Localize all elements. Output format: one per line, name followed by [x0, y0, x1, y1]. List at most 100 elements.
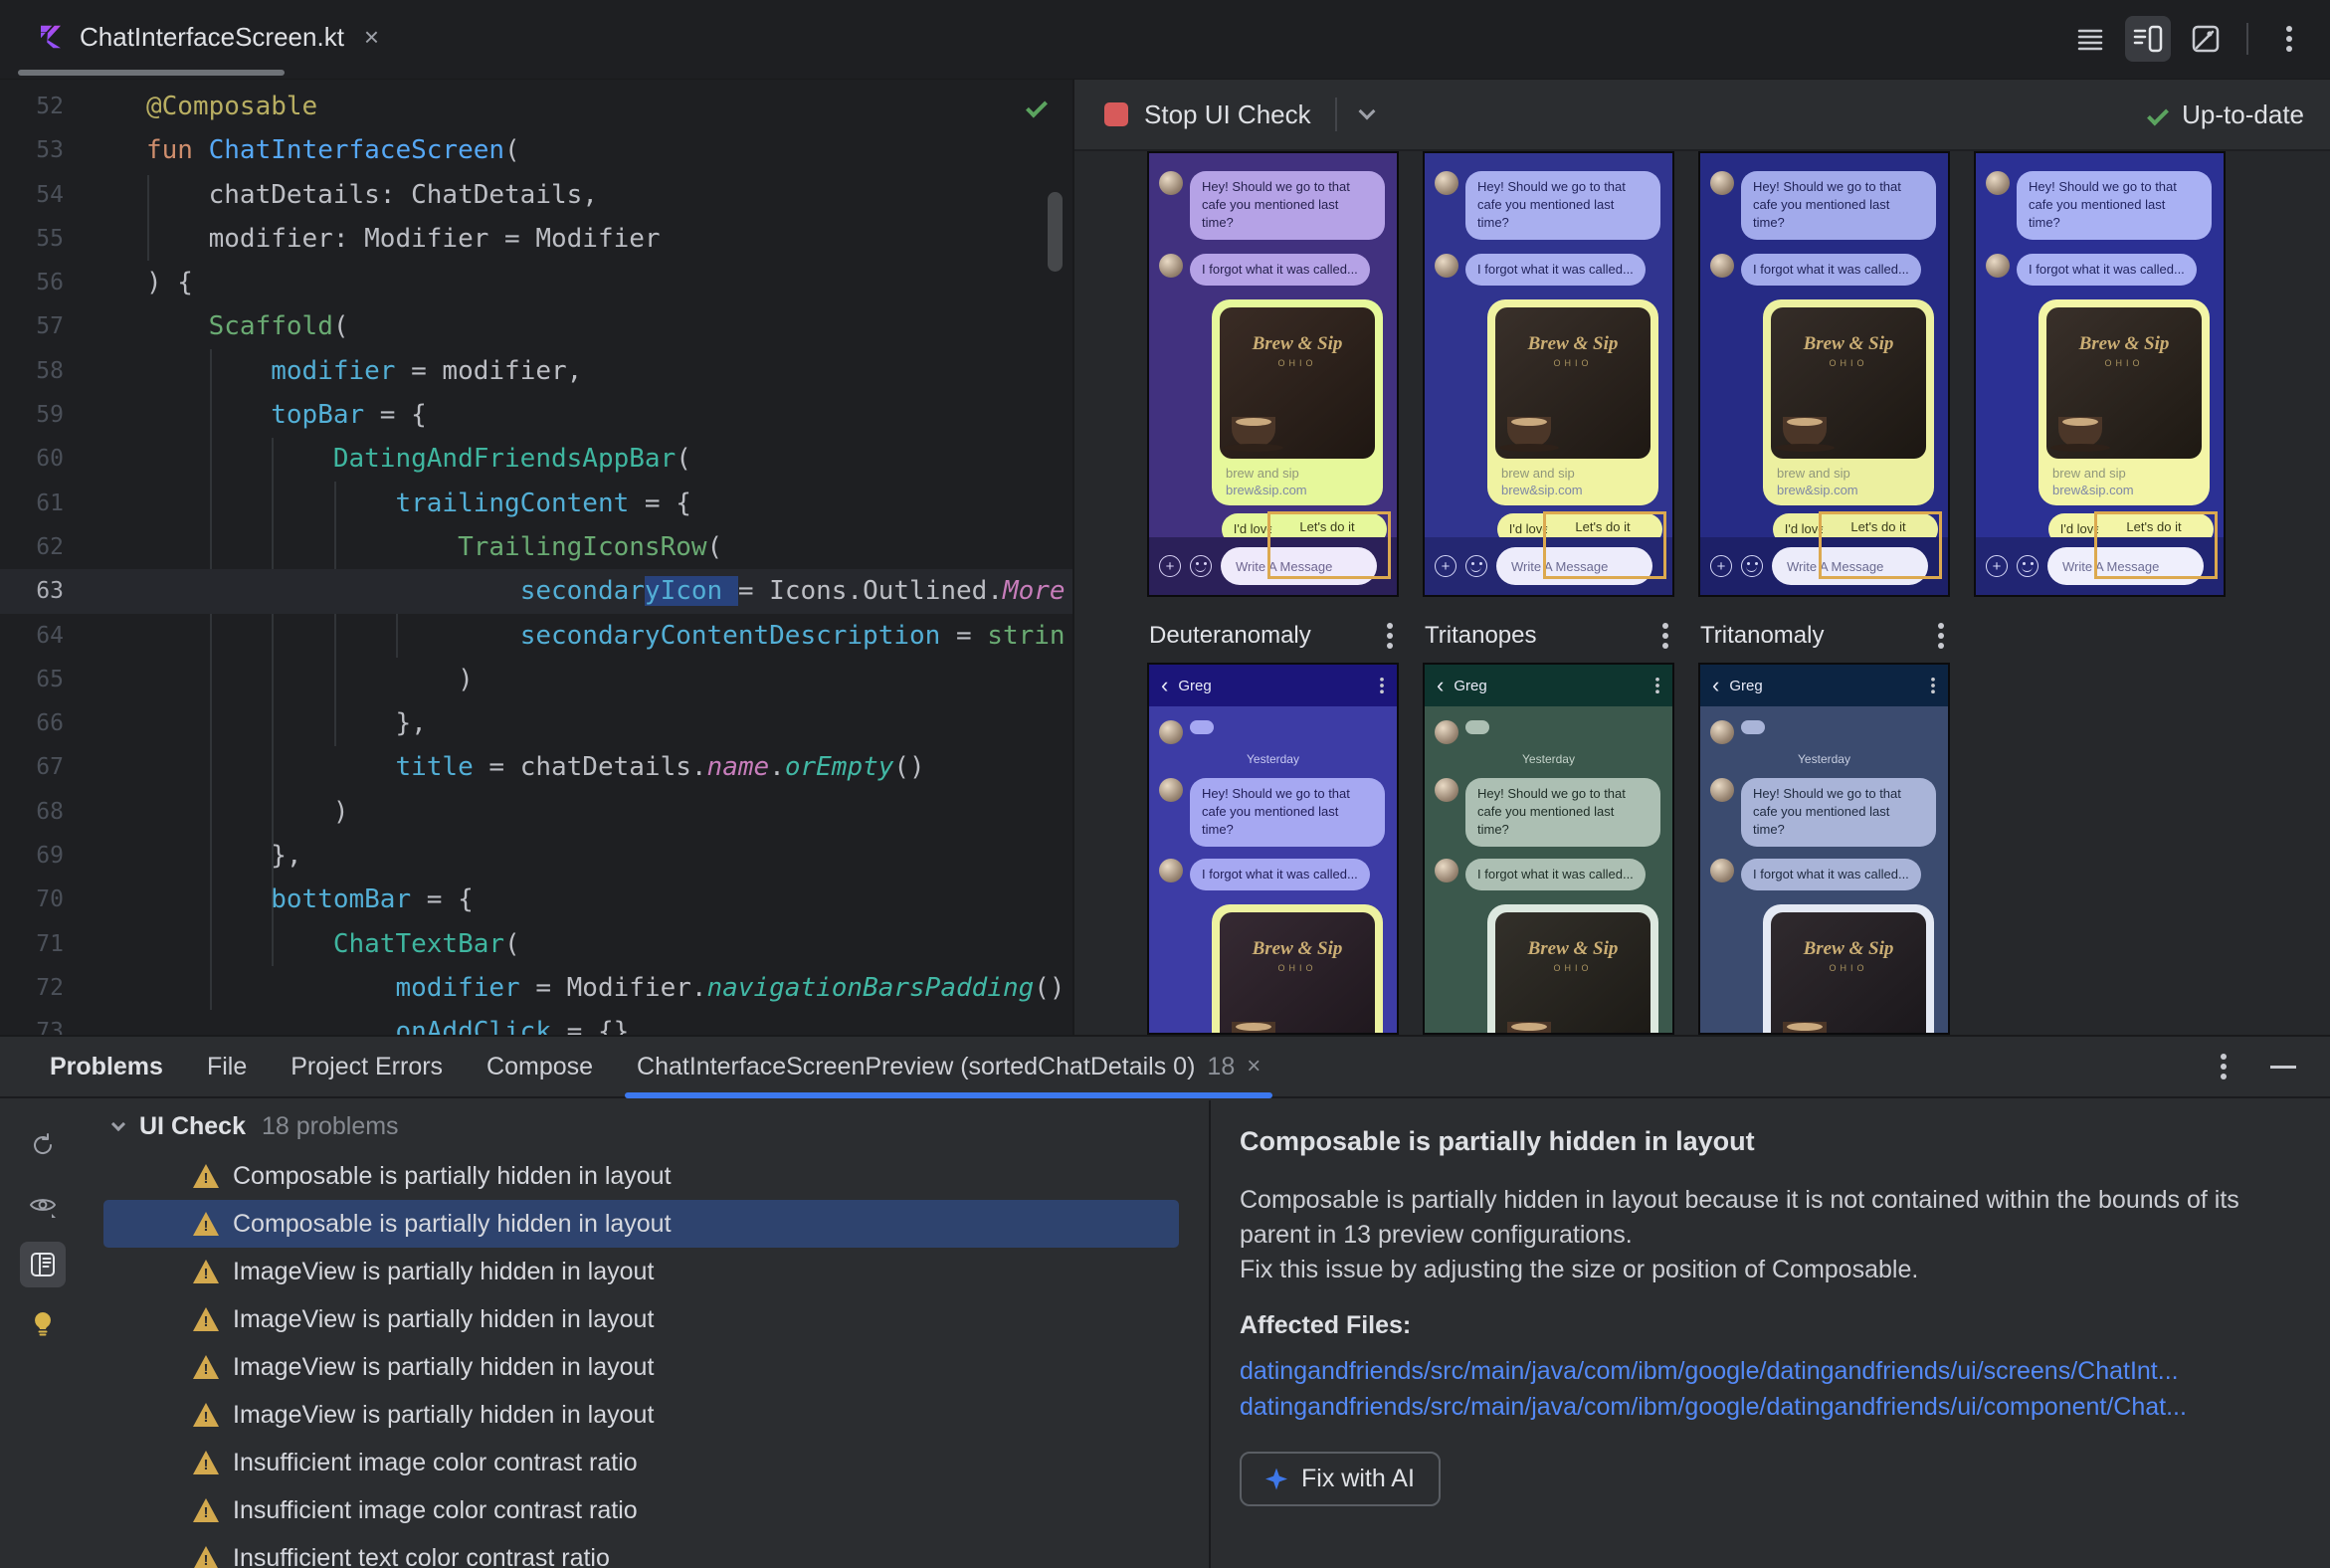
code-text: fun ChatInterfaceScreen( [146, 135, 520, 166]
close-tab-icon[interactable]: × [364, 22, 379, 53]
emoji-icon [1741, 555, 1763, 577]
line-number: 54 [36, 181, 64, 208]
add-icon: + [1710, 555, 1732, 577]
chat-preview-phone[interactable]: ‹ Greg Yesterday Hey! Should we go to that … [1698, 663, 1950, 1035]
coffee-cup-icon [2050, 416, 2110, 452]
split-view-button[interactable] [2125, 16, 2171, 62]
coffee-cup-icon [1775, 416, 1835, 452]
code-line: 66 }, [0, 701, 1072, 745]
contact-name: Greg [1729, 677, 1763, 694]
design-view-button[interactable] [2183, 16, 2229, 62]
ai-spark-icon [1265, 1468, 1287, 1490]
incoming-message [1435, 720, 1662, 744]
problem-text: Insufficient image color contrast ratio [233, 1448, 638, 1476]
code-line: 73 onAddClick = {} [0, 1010, 1072, 1035]
problem-item[interactable]: Insufficient image color contrast ratio [103, 1486, 1179, 1534]
coffee-cup-icon [1232, 1021, 1275, 1033]
stop-ui-check-button[interactable]: Stop UI Check [1144, 99, 1311, 130]
link-preview-card: Brew & SipOHIObrew and sipbrew&sip.com [1763, 903, 1934, 1033]
cafe-logo-text: Brew & Sip [1252, 937, 1343, 959]
problem-item[interactable]: Composable is partially hidden in layout [103, 1152, 1179, 1200]
chat-preview-phone[interactable]: ‹ Greg Yesterday Hey! Should we go to that … [1147, 663, 1399, 1035]
tab-project-errors[interactable]: Project Errors [269, 1037, 465, 1096]
code-line: 59 topBar = { [0, 393, 1072, 437]
code-view-button[interactable] [2067, 16, 2113, 62]
problem-item[interactable]: ImageView is partially hidden in layout [103, 1391, 1179, 1439]
date-divider: Yesterday [1247, 752, 1299, 766]
avatar [1159, 858, 1183, 882]
problem-item[interactable]: Composable is partially hidden in layout [103, 1200, 1179, 1248]
chat-bubble: I forgot what it was called... [1741, 858, 1921, 890]
link-preview-card: Brew & SipOHIObrew and sipbrew&sip.com [1487, 298, 1658, 505]
incoming-message: Hey! Should we go to that cafe you menti… [1435, 778, 1662, 847]
view-options-button[interactable] [20, 1182, 66, 1228]
minimize-icon[interactable] [2270, 1065, 2296, 1069]
coffee-cup-icon [1224, 416, 1283, 452]
chat-bubble [1741, 720, 1765, 734]
problem-item[interactable]: ImageView is partially hidden in layout [103, 1343, 1179, 1391]
chat-bubble [1465, 720, 1489, 734]
messages-area: Yesterday Hey! Should we go to that cafe … [1425, 706, 1672, 1033]
chat-preview-phone[interactable]: Hey! Should we go to that cafe you menti… [1423, 151, 1674, 597]
close-icon[interactable]: × [1247, 1053, 1261, 1080]
problem-item[interactable]: Insufficient image color contrast ratio [103, 1439, 1179, 1486]
tab-preview-check[interactable]: ChatInterfaceScreenPreview (sortedChatDe… [615, 1037, 1282, 1098]
affected-file-link[interactable]: datingandfriends/src/main/java/com/ibm/g… [1240, 1390, 2300, 1424]
problem-text: ImageView is partially hidden in layout [233, 1400, 655, 1429]
problem-group-header[interactable]: UI Check 18 problems [86, 1100, 1209, 1152]
preview-config-label: Deuteranomaly [1147, 609, 1399, 663]
coffee-cup-icon [1783, 1021, 1827, 1033]
tab-file[interactable]: File [185, 1037, 269, 1096]
cafe-image: Brew & Sip OHIO [1495, 911, 1650, 1033]
problem-text: Composable is partially hidden in layout [233, 1209, 672, 1238]
chat-preview-phone[interactable]: Hey! Should we go to that cafe you menti… [1698, 151, 1950, 597]
incoming-message: I forgot what it was called... [1159, 253, 1387, 286]
avatar [1159, 253, 1183, 278]
code-text: }, [146, 841, 302, 872]
avatar [1986, 171, 2010, 195]
code-line: 64 secondaryContentDescription = strin [0, 614, 1072, 658]
preview-row-2: ‹ Greg Yesterday Hey! Should we go to that … [1147, 663, 1950, 1035]
fix-with-ai-button[interactable]: Fix with AI [1240, 1452, 1441, 1506]
tab-compose[interactable]: Compose [465, 1037, 615, 1096]
cafe-logo-subtext: OHIO [1277, 962, 1317, 973]
config-menu-icon[interactable] [1938, 623, 1944, 649]
file-tab[interactable]: ChatInterfaceScreen.kt × [18, 0, 397, 74]
refresh-button[interactable] [20, 1122, 66, 1168]
inspections-ok-icon[interactable] [1026, 96, 1048, 118]
code-editor[interactable]: 52 @Composable 53 fun ChatInterfaceScreen(5… [0, 80, 1072, 1035]
tab-problems[interactable]: Problems [28, 1037, 185, 1096]
tab-label: ChatInterfaceScreenPreview (sortedChatDe… [637, 1052, 1196, 1080]
ide-window: ChatInterfaceScreen.kt × 52 @Composable … [0, 0, 2330, 1568]
avatar [1159, 171, 1183, 195]
affected-file-link[interactable]: datingandfriends/src/main/java/com/ibm/g… [1240, 1354, 2300, 1388]
chat-preview-phone[interactable]: Hey! Should we go to that cafe you menti… [1974, 151, 2226, 597]
warning-icon [193, 1355, 219, 1379]
panel-options-icon[interactable] [2221, 1054, 2227, 1079]
main-menu-button[interactable] [2266, 16, 2312, 62]
link-preview-card: Brew & SipOHIObrew and sipbrew&sip.com [2039, 298, 2210, 505]
card-url: brew&sip.com [1501, 482, 1583, 497]
config-menu-icon[interactable] [1387, 623, 1393, 649]
code-text: DatingAndFriendsAppBar( [332, 444, 691, 475]
list-detail-divider[interactable] [1209, 1100, 1211, 1568]
code-text: ) [146, 664, 474, 694]
config-menu-icon[interactable] [1662, 623, 1668, 649]
editor-scrollbar[interactable] [1048, 192, 1063, 272]
show-preview-panel-button[interactable] [20, 1242, 66, 1287]
problem-item[interactable]: ImageView is partially hidden in layout [103, 1295, 1179, 1343]
preview-toolbar: Stop UI Check Up-to-date [1074, 80, 2330, 151]
avatar [1159, 720, 1183, 744]
chat-preview-phone[interactable]: Hey! Should we go to that cafe you menti… [1147, 151, 1399, 597]
cafe-logo-subtext: OHIO [1553, 357, 1593, 368]
quick-fix-button[interactable] [20, 1301, 66, 1347]
problems-toolbar-rail [0, 1100, 86, 1347]
code-text: @Composable [146, 92, 318, 121]
chevron-down-icon[interactable] [1358, 102, 1376, 120]
date-divider: Yesterday [1522, 752, 1575, 766]
preview-config-label: Tritanomaly [1698, 609, 1950, 663]
issue-highlight-box [2094, 511, 2218, 579]
chat-preview-phone[interactable]: ‹ Greg Yesterday Hey! Should we go to that … [1423, 663, 1674, 1035]
problem-item[interactable]: ImageView is partially hidden in layout [103, 1248, 1179, 1295]
problem-item[interactable]: Insufficient text color contrast ratio [103, 1534, 1179, 1568]
